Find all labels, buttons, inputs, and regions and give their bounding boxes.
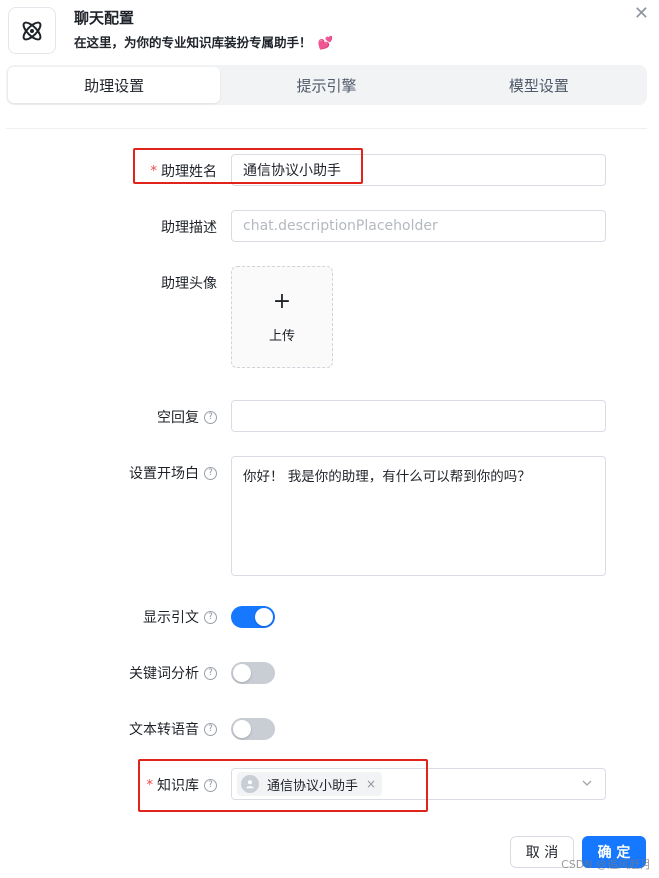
help-icon[interactable]: ? — [204, 666, 217, 680]
empty-reply-input[interactable] — [231, 400, 606, 432]
heart-icon: 💕 — [317, 35, 334, 50]
opening-label: 设置开场白? — [129, 463, 217, 483]
help-icon[interactable]: ? — [204, 778, 217, 792]
show-quote-label: 显示引文? — [143, 607, 217, 627]
help-icon[interactable]: ? — [204, 610, 217, 624]
tab-prompt-engine[interactable]: 提示引擎 — [220, 67, 432, 103]
dialog-header: 聊天配置 在这里，为你的专业知识库装扮专属助手！ 💕 ✕ — [0, 0, 659, 60]
show-quote-label-text: 显示引文 — [143, 610, 199, 626]
dialog-title: 聊天配置 — [74, 9, 135, 27]
assistant-description-label: 助理描述 — [161, 220, 217, 236]
empty-reply-label: 空回复? — [157, 407, 217, 427]
knowledge-base-label-text: 知识库 — [157, 778, 199, 794]
tab-model-settings[interactable]: 模型设置 — [433, 67, 645, 103]
required-mark: * — [150, 163, 158, 179]
avatar-upload[interactable]: + 上传 — [231, 266, 333, 368]
required-mark: * — [146, 777, 154, 793]
toggle-knob — [233, 664, 251, 682]
plus-icon: + — [272, 288, 292, 314]
tts-toggle[interactable] — [231, 718, 275, 740]
empty-reply-label-text: 空回复 — [157, 410, 199, 426]
opening-label-text: 设置开场白 — [129, 466, 199, 482]
tts-label-text: 文本转语音 — [129, 722, 199, 738]
keyword-analysis-label-text: 关键词分析 — [129, 666, 199, 682]
chevron-down-icon[interactable] — [581, 777, 593, 789]
assistant-name-label-text: 助理姓名 — [161, 164, 217, 180]
tab-assistant-settings[interactable]: 助理设置 — [8, 67, 221, 103]
assistant-name-label: * 助理姓名 — [151, 161, 218, 181]
assistant-avatar-label: 助理头像 — [161, 276, 217, 292]
knowledge-base-tag-label: 通信协议小助手 — [267, 778, 359, 794]
help-icon[interactable]: ? — [204, 410, 217, 424]
tag-close-icon[interactable]: × — [366, 777, 376, 791]
show-quote-toggle[interactable] — [231, 606, 275, 628]
knowledge-base-select[interactable]: 通信协议小助手 × — [231, 768, 606, 800]
app-logo — [8, 7, 56, 54]
close-icon[interactable]: ✕ — [634, 3, 649, 24]
atom-icon — [22, 21, 42, 40]
keyword-analysis-label: 关键词分析? — [129, 663, 217, 683]
knowledge-base-tag: 通信协议小助手 × — [237, 772, 383, 796]
divider — [6, 128, 647, 129]
keyword-analysis-toggle[interactable] — [231, 662, 275, 684]
subtitle-text: 在这里，为你的专业知识库装扮专属助手！ — [74, 35, 312, 50]
dialog-subtitle: 在这里，为你的专业知识库装扮专属助手！ 💕 — [74, 32, 333, 51]
opening-textarea[interactable]: 你好！ 我是你的助理，有什么可以帮到你的吗？ — [231, 456, 606, 576]
assistant-name-input[interactable]: 通信协议小助手 — [231, 154, 606, 186]
settings-tabs: 助理设置 提示引擎 模型设置 — [6, 65, 647, 105]
help-icon[interactable]: ? — [204, 722, 217, 736]
knowledge-base-label: * 知识库? — [146, 775, 217, 795]
assistant-description-input[interactable]: chat.descriptionPlaceholder — [231, 210, 606, 242]
toggle-knob — [233, 720, 251, 738]
tts-label: 文本转语音? — [129, 719, 217, 739]
help-icon[interactable]: ? — [204, 466, 217, 480]
watermark: CSDN @追风赶月 — [561, 858, 651, 871]
toggle-knob — [255, 608, 273, 626]
upload-label: 上传 — [268, 328, 295, 344]
user-icon — [241, 775, 259, 793]
